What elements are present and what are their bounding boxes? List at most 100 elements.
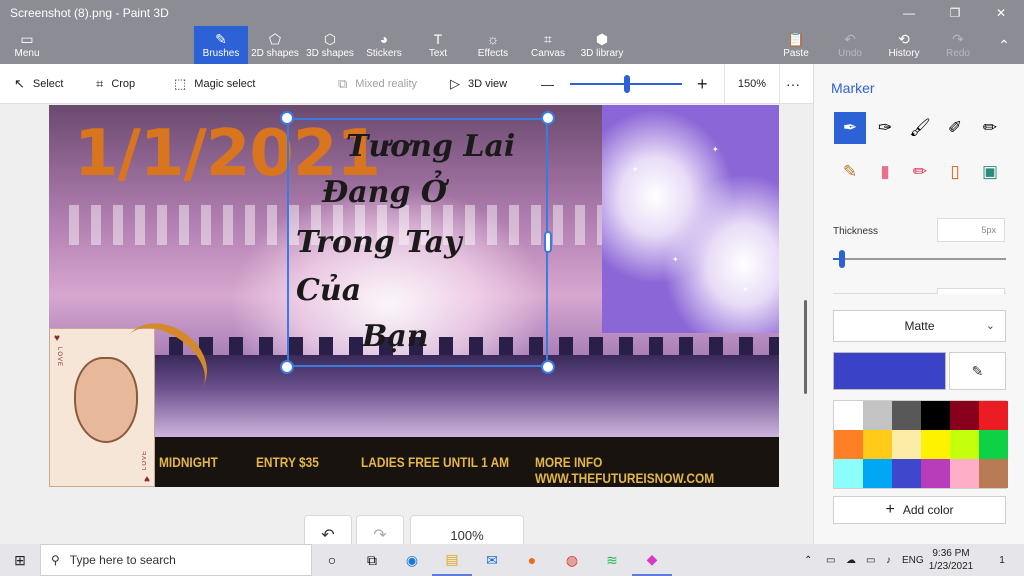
start-button[interactable]: ⊞ xyxy=(0,544,40,576)
color-swatch[interactable] xyxy=(979,401,1008,430)
resize-handle-top-left[interactable] xyxy=(280,111,294,125)
color-swatch[interactable] xyxy=(863,430,892,459)
color-swatch[interactable] xyxy=(892,459,921,488)
chrome-icon[interactable]: ◍ xyxy=(552,544,592,576)
tab-2d-shapes[interactable]: ⬠ 2D shapes xyxy=(250,26,300,64)
resize-handle-bottom-left[interactable] xyxy=(280,360,294,374)
paint3d-icon[interactable]: ◆ xyxy=(632,544,672,576)
color-swatch[interactable] xyxy=(921,401,950,430)
zoom-slider-thumb[interactable] xyxy=(624,75,630,93)
color-swatch[interactable] xyxy=(834,430,863,459)
3d-view-button[interactable]: ▷ 3D view xyxy=(450,64,507,104)
color-swatch[interactable] xyxy=(834,401,863,430)
color-swatch[interactable] xyxy=(950,430,979,459)
canvas-zoom-control[interactable]: 100% xyxy=(410,515,524,544)
oil-brush-icon[interactable]: 🖌 xyxy=(904,112,936,144)
tab-3d-shapes[interactable]: ⬡ 3D shapes xyxy=(304,26,356,64)
magic-select-button[interactable]: ⬚ Magic select xyxy=(174,64,255,104)
calligraphy-pen-icon[interactable]: ✑ xyxy=(869,112,901,144)
add-color-button[interactable]: + Add color xyxy=(833,496,1006,524)
undo-button[interactable]: ↶ Undo xyxy=(834,26,866,64)
finish-dropdown[interactable]: Matte ⌄ xyxy=(833,310,1006,342)
current-color-swatch[interactable] xyxy=(833,352,946,390)
color-swatch[interactable] xyxy=(950,459,979,488)
taskbar: ⊞ ⚲ Type here to search ○ ⧉ ◉ ▤ ✉ ● ◍ ≋ … xyxy=(0,544,1024,576)
shapes-2d-icon: ⬠ xyxy=(268,31,282,47)
onedrive-icon[interactable]: ☁ xyxy=(846,544,856,576)
mixed-reality-button[interactable]: ⧉ Mixed reality xyxy=(338,64,417,104)
sparkle-icon: ✦ xyxy=(712,145,719,154)
resize-handle-right[interactable] xyxy=(544,231,552,253)
redo-label: Redo xyxy=(946,48,970,59)
pencil-icon[interactable]: ✎ xyxy=(834,156,866,188)
color-swatch[interactable] xyxy=(892,401,921,430)
pixel-pen-icon[interactable]: ✏ xyxy=(974,112,1006,144)
file-explorer-icon[interactable]: ▤ xyxy=(432,544,472,576)
tab-stickers[interactable]: ◕ Stickers xyxy=(362,26,406,64)
tab-text[interactable]: T Text xyxy=(420,26,456,64)
history-button[interactable]: ⟲ History xyxy=(886,26,922,64)
tab-3d-library[interactable]: ⬢ 3D library xyxy=(578,26,626,64)
cortana-icon[interactable]: ○ xyxy=(312,544,352,576)
redo-button[interactable]: ↷ Redo xyxy=(942,26,974,64)
battery-icon[interactable]: ▭ xyxy=(866,544,875,576)
zoom-in-button[interactable]: + xyxy=(697,64,708,104)
crayon-icon[interactable]: ✏ xyxy=(904,156,936,188)
resize-handle-bottom-right[interactable] xyxy=(541,360,555,374)
zoom-out-button[interactable]: — xyxy=(541,64,554,104)
edge-icon[interactable]: ◉ xyxy=(392,544,432,576)
color-swatch[interactable] xyxy=(979,430,1008,459)
taskbar-clock[interactable]: 9:36 PM 1/23/2021 xyxy=(918,547,984,573)
thickness-input[interactable]: 5px xyxy=(937,218,1005,242)
color-swatch[interactable] xyxy=(921,430,950,459)
notifications-button[interactable]: 1 xyxy=(992,544,1012,576)
opacity-input-stub[interactable] xyxy=(937,288,1005,294)
taskbar-search[interactable]: ⚲ Type here to search xyxy=(40,544,312,576)
event-banner: MIDNIGHT ENTRY $35 LADIES FREE UNTIL 1 A… xyxy=(49,437,779,487)
firefox-icon[interactable]: ● xyxy=(512,544,552,576)
canvas-undo-button[interactable]: ↶ xyxy=(304,515,352,544)
zoom-level[interactable]: 150% xyxy=(724,64,780,104)
volume-icon[interactable]: ♪ xyxy=(886,544,891,576)
mail-icon[interactable]: ✉ xyxy=(472,544,512,576)
paste-button[interactable]: 📋 Paste xyxy=(780,26,812,64)
eraser-icon[interactable]: ▮ xyxy=(869,156,901,188)
color-swatch[interactable] xyxy=(834,459,863,488)
crop-button[interactable]: ⌗ Crop xyxy=(96,64,135,104)
maximize-button[interactable]: ❐ xyxy=(932,0,978,26)
thickness-slider-track[interactable] xyxy=(833,258,1006,260)
color-swatch[interactable] xyxy=(979,459,1008,488)
color-swatch[interactable] xyxy=(863,401,892,430)
more-options-button[interactable]: ··· xyxy=(786,64,800,104)
fill-bucket-icon[interactable]: ▣ xyxy=(974,156,1006,188)
close-button[interactable]: ✕ xyxy=(978,0,1024,26)
menu-button[interactable]: ▭ Menu xyxy=(6,26,48,64)
marker-brush-icon[interactable]: ✒ xyxy=(834,112,866,144)
selection-box[interactable] xyxy=(287,118,548,367)
thickness-slider-thumb[interactable] xyxy=(839,250,845,268)
spotify-icon[interactable]: ≋ xyxy=(592,544,632,576)
sky-sticker[interactable]: ✦ ✦ ✦ ✦ xyxy=(602,105,779,333)
eyedropper-button[interactable]: ✎ xyxy=(949,352,1006,390)
canvas-area[interactable]: 1/1/2021 ✦ ✦ ✦ ✦ MIDNIGHT ENTRY $35 LADI… xyxy=(0,105,813,544)
tab-effects[interactable]: ☼ Effects xyxy=(472,26,514,64)
select-button[interactable]: ↖ Select xyxy=(14,64,63,104)
sun-icon: ☼ xyxy=(486,31,500,47)
color-swatch[interactable] xyxy=(950,401,979,430)
vertical-scrollbar[interactable] xyxy=(804,300,807,394)
collapse-ribbon-button[interactable]: ⌃ xyxy=(990,26,1018,64)
clipboard-icon: 📋 xyxy=(787,31,805,47)
task-view-icon[interactable]: ⧉ xyxy=(352,544,392,576)
color-swatch[interactable] xyxy=(921,459,950,488)
resize-handle-top-right[interactable] xyxy=(541,111,555,125)
tray-chevron-icon[interactable]: ⌃ xyxy=(804,544,812,576)
canvas-redo-button[interactable]: ↷ xyxy=(356,515,404,544)
minimize-button[interactable]: — xyxy=(886,0,932,26)
tab-canvas[interactable]: ⌗ Canvas xyxy=(528,26,568,64)
watercolor-icon[interactable]: ✐ xyxy=(939,112,971,144)
tray-app-icon[interactable]: ▭ xyxy=(826,544,835,576)
color-swatch[interactable] xyxy=(863,459,892,488)
tab-brushes[interactable]: ✎ Brushes xyxy=(194,26,248,64)
color-swatch[interactable] xyxy=(892,430,921,459)
spray-can-icon[interactable]: ▯ xyxy=(939,156,971,188)
